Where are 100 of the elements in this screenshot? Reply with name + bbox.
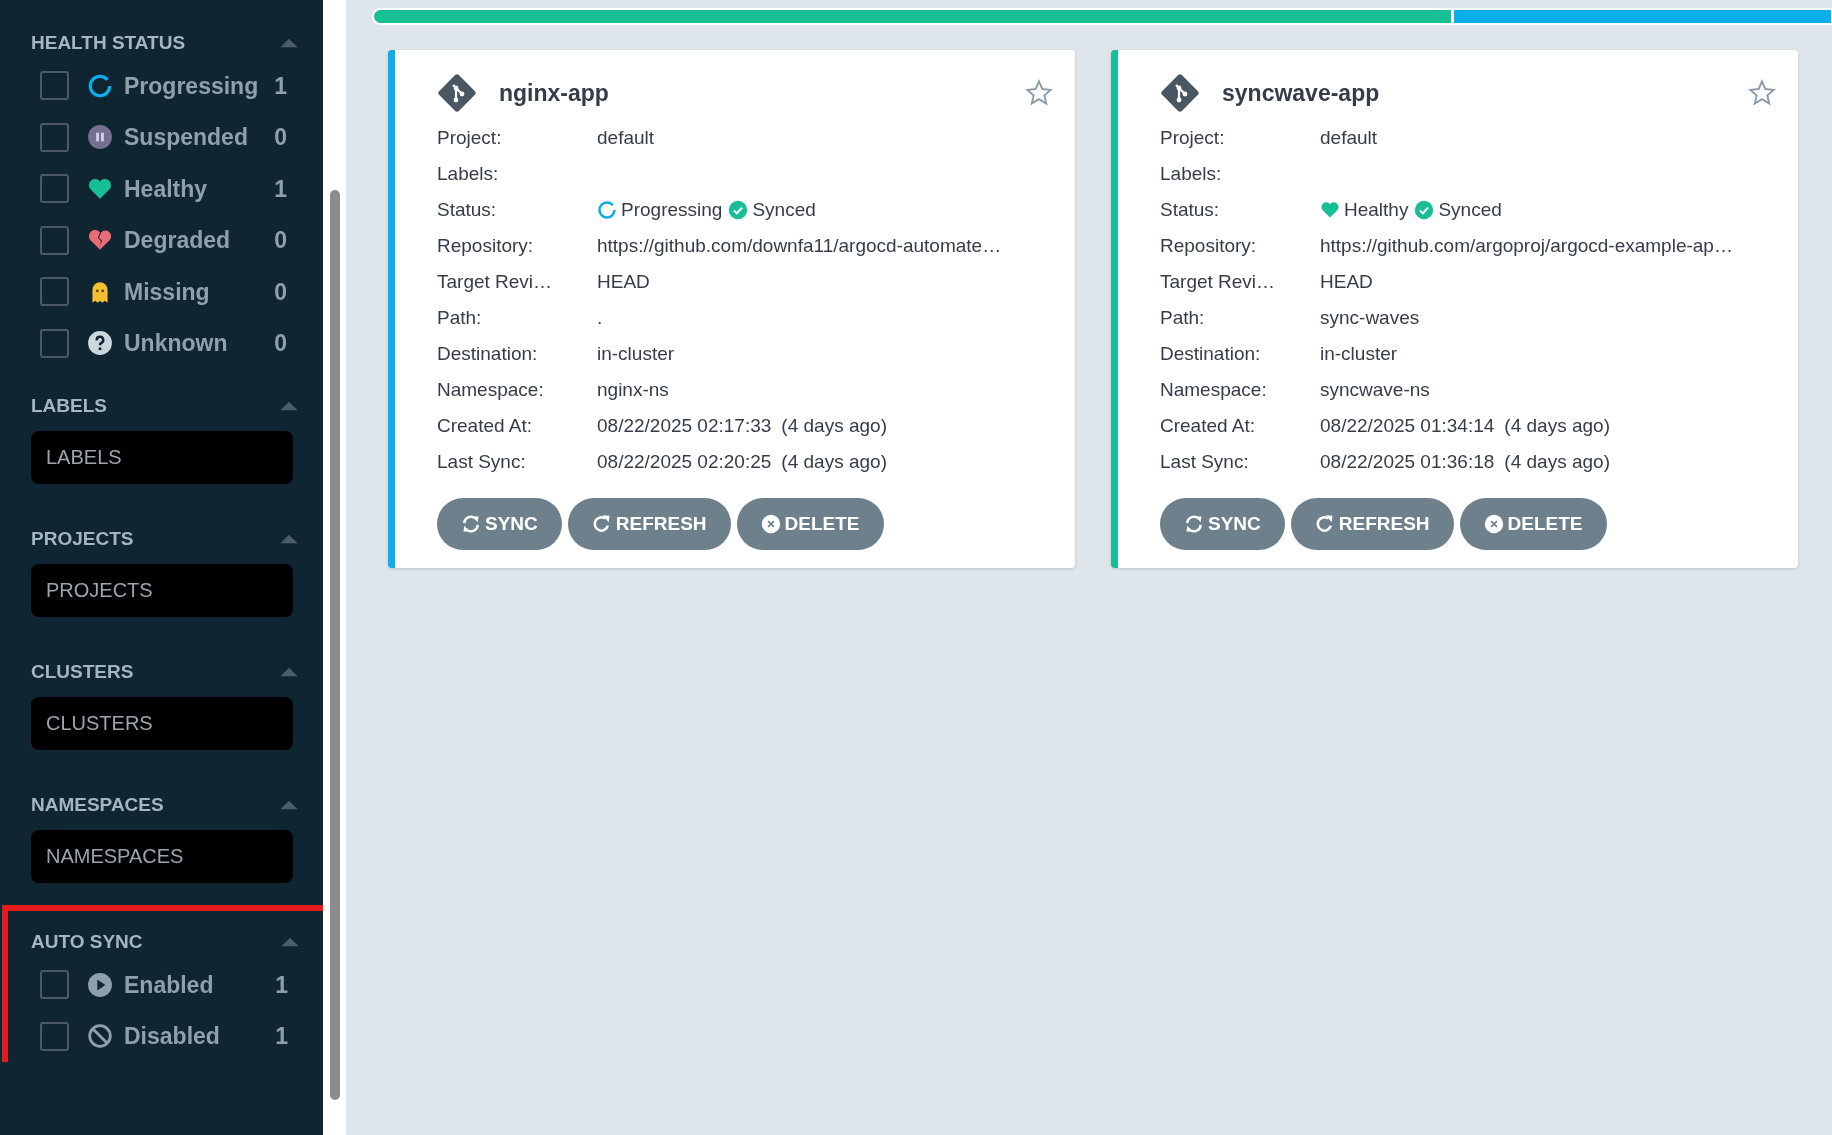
filter-label: Enabled	[124, 970, 215, 1000]
ban-icon	[87, 1023, 113, 1050]
app-name[interactable]: nginx-app	[499, 75, 1025, 111]
field-label: Labels:	[437, 161, 500, 186]
caret-up-icon[interactable]	[280, 936, 300, 948]
app-card[interactable]	[388, 50, 1075, 568]
field-value: default	[597, 125, 655, 150]
caret-up-icon[interactable]	[279, 799, 299, 811]
field-value: 08/22/2025 01:36:18	[1320, 449, 1495, 474]
field-value: in-cluster	[1320, 341, 1398, 366]
relative-time: (4 days ago)	[781, 449, 887, 474]
section-title[interactable]: HEALTH STATUS	[31, 28, 186, 58]
filter-count: 0	[274, 123, 287, 152]
caret-up-icon[interactable]	[279, 666, 299, 678]
section-title[interactable]: PROJECTS	[31, 524, 134, 554]
filter-count: 0	[274, 277, 287, 307]
filter-count: 1	[275, 970, 288, 1000]
refresh-button[interactable]: REFRESH	[1290, 498, 1454, 550]
field-value: https://github.com/downfa11/argocd-automate…	[597, 233, 1002, 258]
field-label: Last Sync:	[1160, 449, 1250, 474]
filter-label: Missing	[124, 277, 211, 307]
refresh-button[interactable]: REFRESH	[567, 498, 731, 550]
sync-status: Synced	[1438, 197, 1502, 222]
field-value: 08/22/2025 01:34:14	[1320, 413, 1495, 438]
filter-label: Disabled	[124, 1022, 221, 1051]
relative-time: (4 days ago)	[1504, 413, 1610, 438]
field-value: .	[597, 305, 603, 330]
field-label: Created At:	[1160, 413, 1257, 438]
field-label: Repository:	[437, 233, 535, 258]
field-label: Destination:	[437, 341, 539, 366]
refresh-icon	[591, 514, 612, 534]
checkbox[interactable]	[40, 225, 69, 255]
caret-up-icon[interactable]	[279, 37, 299, 49]
star-icon[interactable]	[1748, 79, 1776, 107]
sync-button[interactable]: SYNC	[437, 498, 562, 550]
filter-count: 0	[274, 226, 287, 255]
star-icon[interactable]	[1025, 79, 1053, 107]
filter-input[interactable]: NAMESPACES	[31, 830, 293, 883]
field-value: syncwave-ns	[1320, 377, 1430, 402]
caret-up-icon[interactable]	[279, 400, 299, 412]
sync-button[interactable]: SYNC	[1160, 498, 1285, 550]
checkbox[interactable]	[40, 71, 69, 101]
filter-label: Progressing	[124, 71, 260, 101]
checkbox[interactable]	[40, 174, 69, 204]
play-icon	[87, 971, 113, 998]
section-title[interactable]: LABELS	[31, 391, 107, 421]
sync-icon	[461, 514, 481, 534]
checkbox[interactable]	[40, 122, 69, 152]
field-label: Last Sync:	[437, 449, 527, 474]
field-value: default	[1320, 125, 1378, 150]
field-value: nginx-ns	[597, 377, 669, 402]
checkbox[interactable]	[40, 1021, 69, 1051]
filter-count: 0	[274, 329, 287, 358]
field-label: Namespace:	[1160, 377, 1268, 402]
filter-input[interactable]: PROJECTS	[31, 564, 293, 617]
section-title[interactable]: CLUSTERS	[31, 657, 134, 687]
scrollbar[interactable]	[330, 190, 340, 1100]
field-label: Namespace:	[437, 377, 545, 402]
field-label: Repository:	[1160, 233, 1258, 258]
field-value: in-cluster	[597, 341, 675, 366]
close-icon	[760, 514, 781, 534]
field-value: sync-waves	[1320, 305, 1420, 330]
filter-count: 1	[275, 1022, 288, 1051]
field-label: Created At:	[437, 413, 534, 438]
field-label: Target Revi…	[437, 269, 554, 294]
delete-button[interactable]: DELETE	[1459, 498, 1607, 550]
field-label: Status:	[1160, 197, 1221, 222]
filter-label: Degraded	[124, 226, 232, 255]
field-label: Path:	[437, 305, 483, 330]
field-label: Target Revi…	[1160, 269, 1277, 294]
relative-time: (4 days ago)	[781, 413, 887, 438]
pause-icon	[87, 124, 113, 151]
app-card[interactable]	[1111, 50, 1798, 568]
app-name[interactable]: syncwave-app	[1222, 75, 1748, 111]
question-icon	[87, 330, 113, 357]
checkbox[interactable]	[40, 328, 69, 358]
checkbox[interactable]	[40, 970, 69, 1000]
field-label: Path:	[1160, 305, 1206, 330]
field-label: Destination:	[1160, 341, 1262, 366]
field-value: HEAD	[597, 269, 650, 294]
field-value: 08/22/2025 02:20:25	[597, 449, 772, 474]
field-value: HEAD	[1320, 269, 1373, 294]
close-icon	[1483, 514, 1504, 534]
sync-status: Synced	[752, 197, 816, 222]
filter-count: 1	[274, 71, 287, 101]
health-status: Progressing	[621, 197, 723, 222]
checkbox[interactable]	[40, 277, 69, 307]
filter-count: 1	[274, 174, 287, 204]
section-title[interactable]: NAMESPACES	[31, 790, 164, 820]
field-label: Project:	[1160, 125, 1226, 150]
filter-input[interactable]: CLUSTERS	[31, 697, 293, 750]
field-label: Status:	[437, 197, 498, 222]
section-title[interactable]: AUTO SYNC	[31, 927, 143, 957]
filter-label: Suspended	[124, 123, 249, 152]
field-value: 08/22/2025 02:17:33	[597, 413, 772, 438]
filter-input[interactable]: LABELS	[31, 431, 293, 484]
caret-up-icon[interactable]	[279, 533, 299, 545]
health-status: Healthy	[1344, 197, 1409, 222]
delete-button[interactable]: DELETE	[736, 498, 884, 550]
refresh-icon	[1314, 514, 1335, 534]
